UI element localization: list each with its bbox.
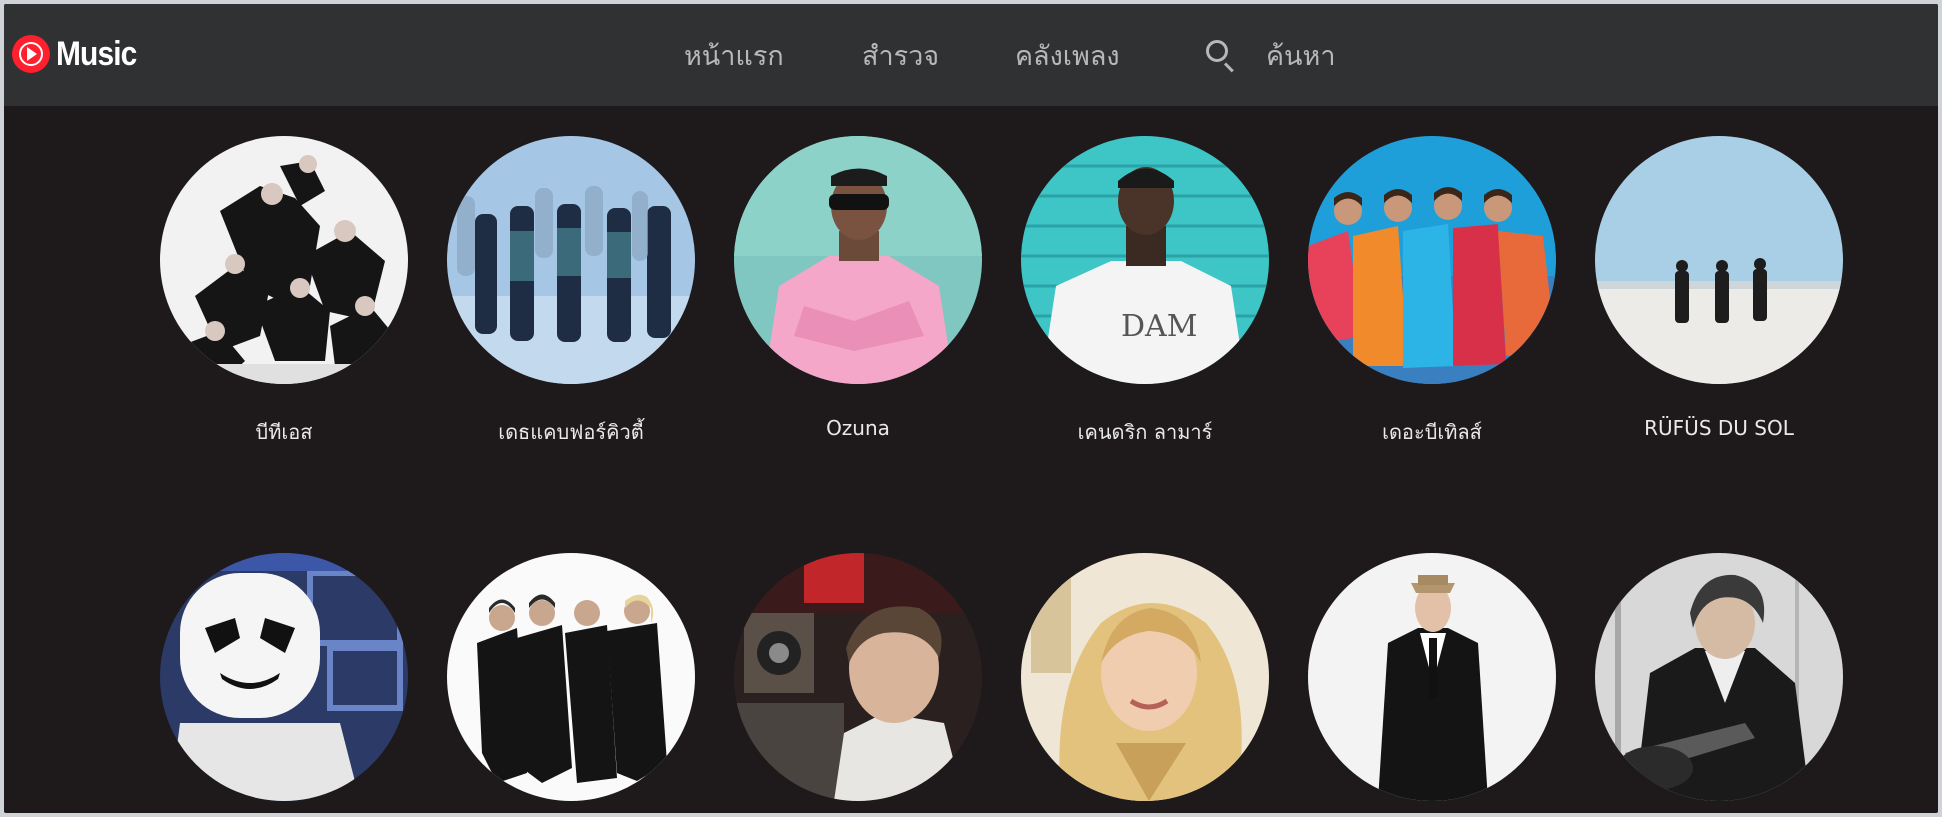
artist-card[interactable]: เดธแคบฟอร์คิวตี้ — [446, 136, 696, 448]
app-window: Music หน้าแรก สำรวจ คลังเพลง ค้นหา บีทีเ… — [4, 4, 1938, 813]
artist-avatar[interactable] — [1021, 553, 1269, 801]
nav-explore[interactable]: สำรวจ — [862, 34, 939, 77]
artist-name: เดธแคบฟอร์คิวตี้ — [498, 420, 644, 444]
youtube-music-logo[interactable]: Music — [12, 34, 147, 74]
artist-avatar[interactable] — [447, 136, 695, 384]
artist-card[interactable] — [1307, 553, 1557, 801]
play-logo-icon — [12, 35, 50, 73]
artist-name: เดอะบีเทิลส์ — [1382, 420, 1482, 444]
artist-card[interactable] — [446, 553, 696, 801]
artist-avatar[interactable] — [1595, 136, 1843, 384]
artist-name: Ozuna — [826, 416, 890, 440]
artist-name: เคนดริก ลามาร์ — [1077, 420, 1213, 444]
artist-avatar[interactable] — [160, 553, 408, 801]
artist-avatar[interactable] — [1595, 553, 1843, 801]
artist-name: RÜFÜS DU SOL — [1644, 416, 1794, 440]
artist-avatar[interactable] — [160, 136, 408, 384]
artist-avatar[interactable] — [1308, 553, 1556, 801]
artist-name: บีทีเอส — [255, 420, 313, 444]
artist-card[interactable]: Ozuna — [733, 136, 983, 440]
artist-avatar[interactable] — [734, 136, 982, 384]
nav-library[interactable]: คลังเพลง — [1015, 34, 1120, 77]
artist-card[interactable]: บีทีเอส — [159, 136, 409, 448]
search-icon[interactable] — [1206, 40, 1228, 62]
artist-card[interactable] — [159, 553, 409, 801]
artist-card[interactable] — [1020, 553, 1270, 801]
artist-card[interactable]: RÜFÜS DU SOL — [1594, 136, 1844, 440]
logo-text: Music — [56, 34, 137, 73]
nav-home[interactable]: หน้าแรก — [684, 34, 784, 77]
artist-card[interactable] — [733, 553, 983, 801]
artist-avatar[interactable] — [1308, 136, 1556, 384]
artist-card[interactable] — [1594, 553, 1844, 801]
artist-avatar[interactable] — [447, 553, 695, 801]
svg-text:DAM: DAM — [1121, 309, 1197, 344]
artist-card[interactable]: เดอะบีเทิลส์ — [1307, 136, 1557, 448]
artist-card[interactable]: DAM เคนดริก ลามาร์ — [1020, 136, 1270, 448]
artist-avatar[interactable]: DAM — [1021, 136, 1269, 384]
nav-search[interactable]: ค้นหา — [1266, 34, 1335, 77]
artist-avatar[interactable] — [734, 553, 982, 801]
top-navigation-bar: Music หน้าแรก สำรวจ คลังเพลง ค้นหา — [4, 4, 1938, 106]
